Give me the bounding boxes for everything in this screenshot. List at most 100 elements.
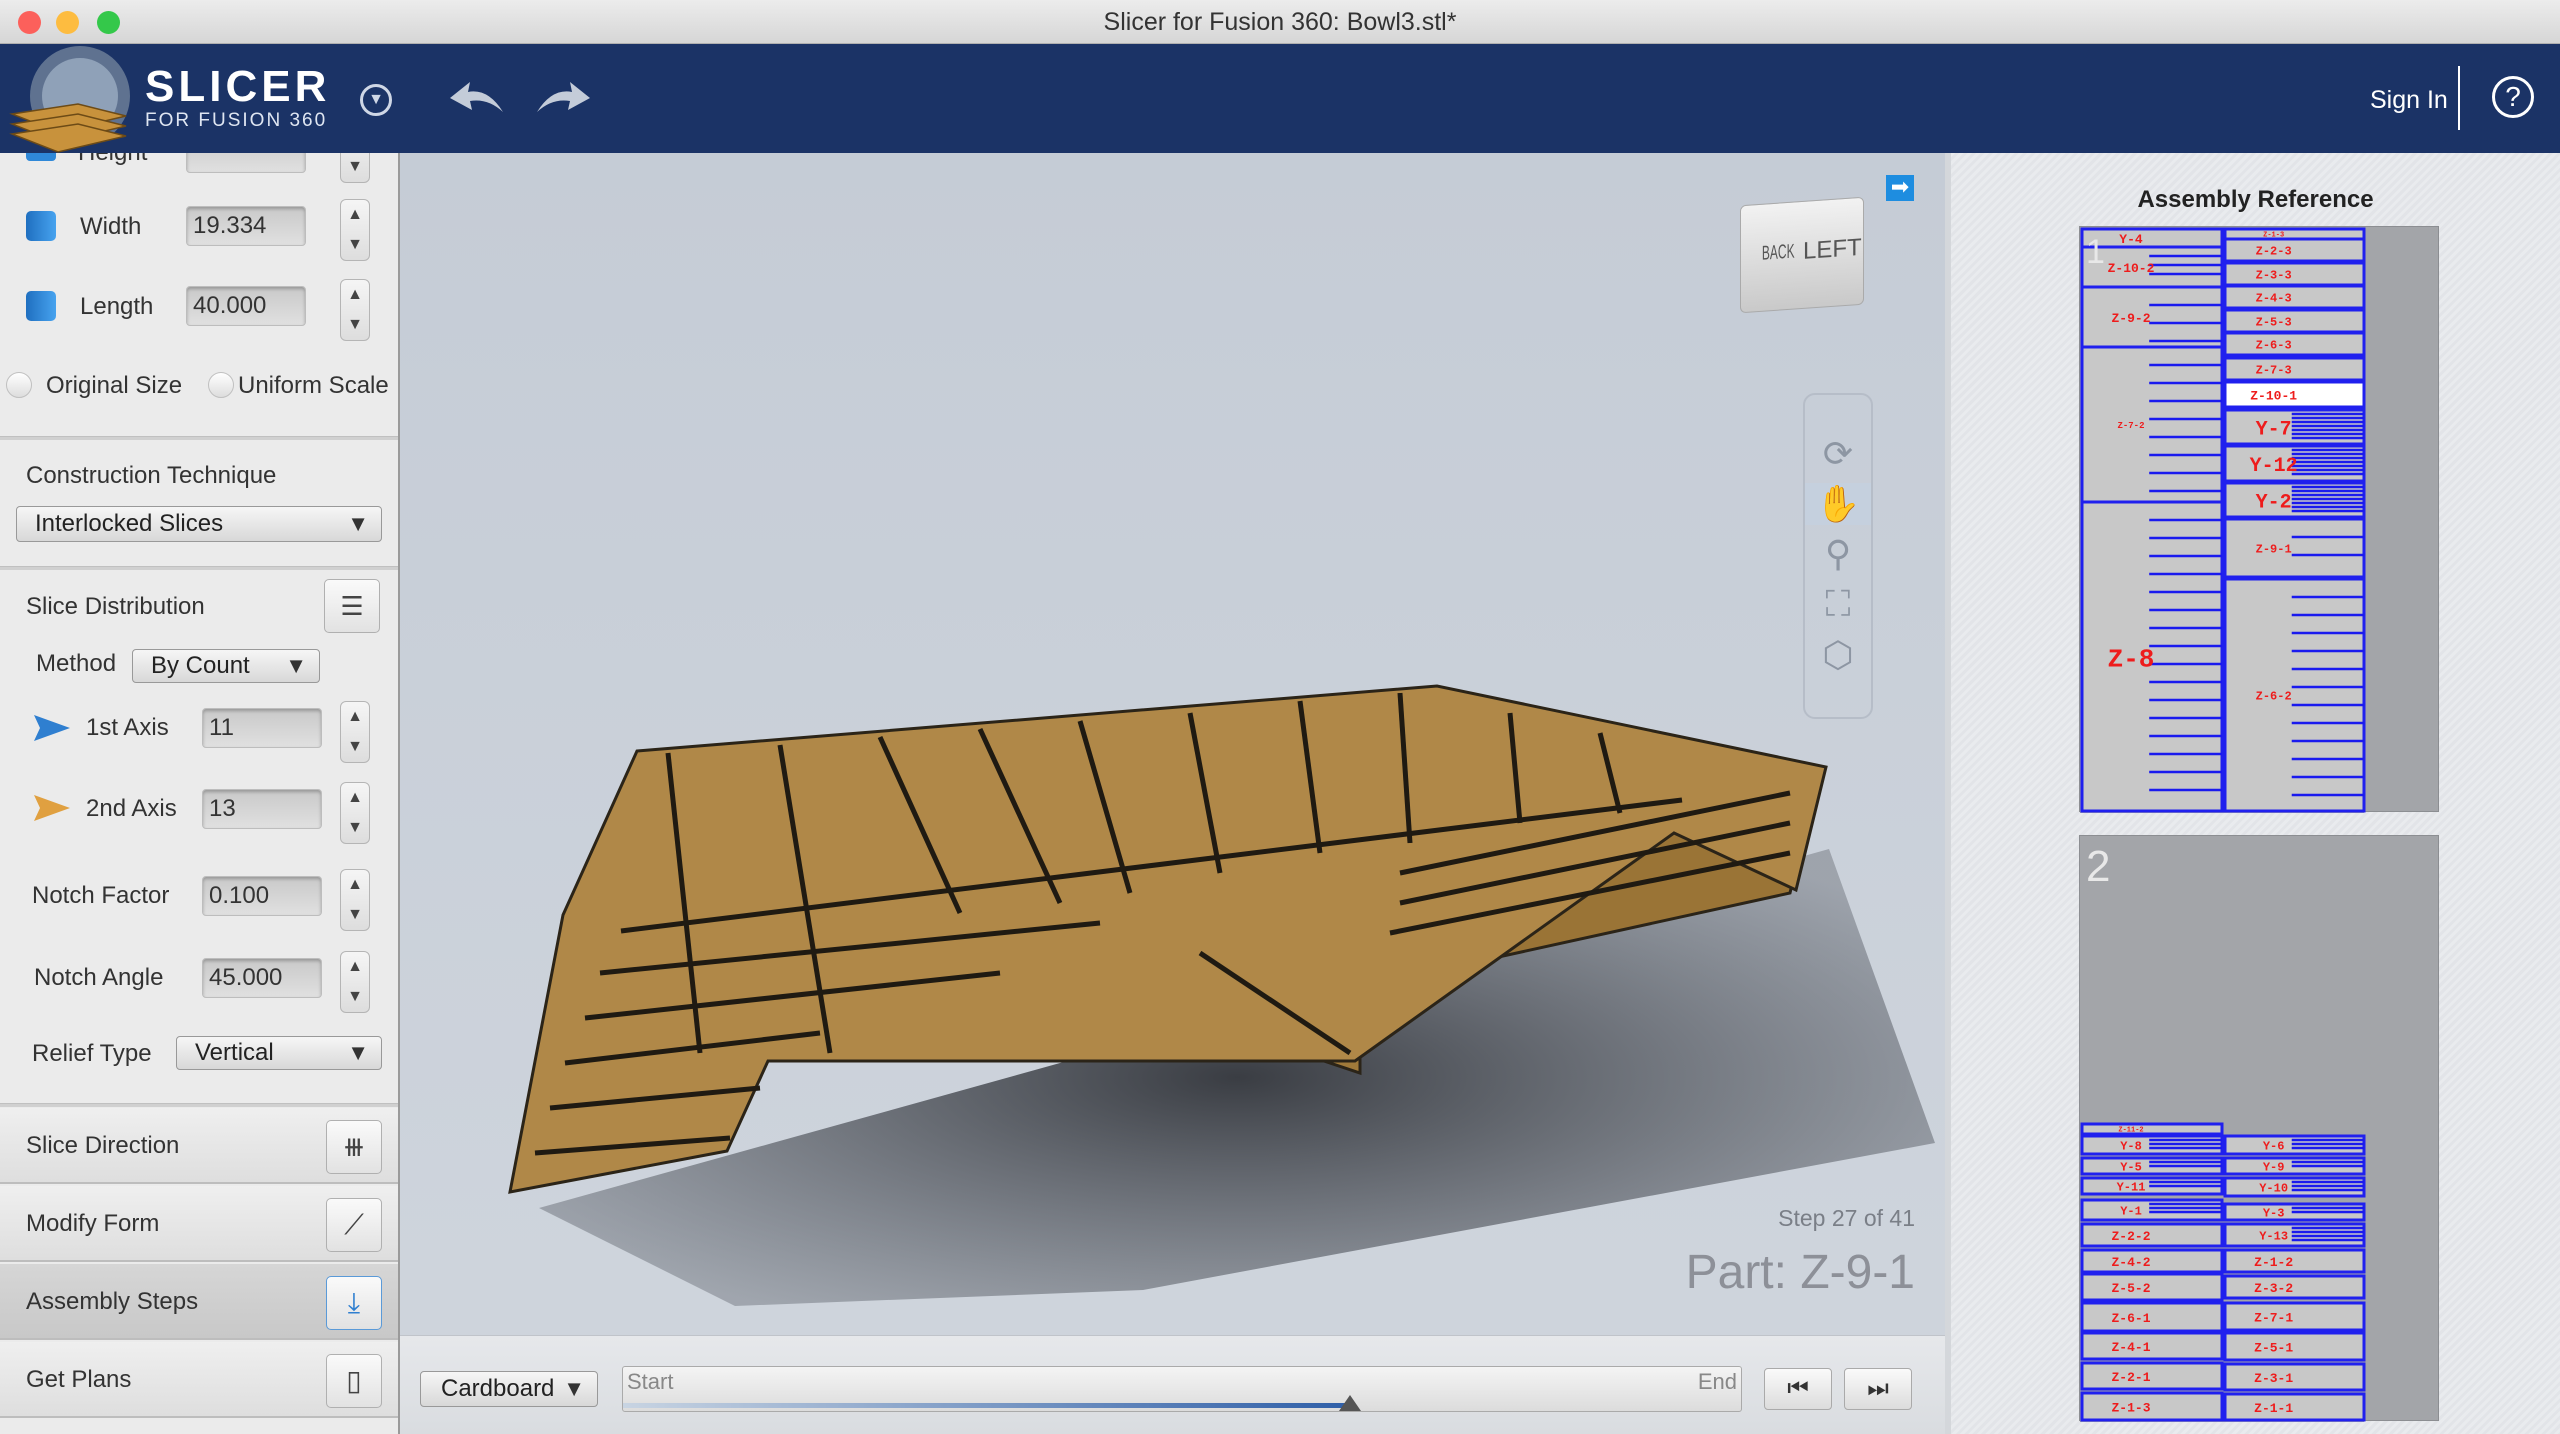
maximize-window-button[interactable] bbox=[97, 11, 120, 34]
part-Z-5-3[interactable]: Z-5-3 bbox=[2223, 308, 2366, 334]
part-Z-7-2[interactable]: Z-7-2 bbox=[2080, 345, 2224, 504]
construction-technique-value: Interlocked Slices bbox=[35, 510, 224, 537]
part-Z-1-2[interactable]: Z-1-2 bbox=[2223, 1248, 2366, 1274]
sheet-2[interactable]: Z-11-2 Y-8 Y-5 Y-11 Y-1 Z-2-2 Z-4-2 Z-5-2 Z-6-1 Z… bbox=[2079, 835, 2439, 1422]
construction-technique-select[interactable]: Interlocked Slices ▼ bbox=[16, 506, 382, 542]
orbit-icon[interactable]: ⟳ bbox=[1805, 433, 1871, 475]
pan-hand-icon[interactable]: ✋ bbox=[1805, 483, 1871, 525]
part-Y-2[interactable]: Y-2 bbox=[2223, 481, 2366, 519]
first-axis-stepper[interactable]: ▲ ▼ bbox=[340, 701, 370, 763]
3d-viewport[interactable]: ➡ BACK LEFT ⟳ ✋ ⚲ ⛶ ⬡ Step 27 of 41 Part… bbox=[400, 153, 1945, 1434]
notch-angle-input[interactable]: 45.000 bbox=[202, 958, 322, 998]
zoom-icon[interactable]: ⚲ bbox=[1805, 533, 1871, 575]
height-stepper[interactable]: ▼ bbox=[340, 153, 370, 183]
step-slider[interactable]: Start End bbox=[622, 1366, 1742, 1412]
part-Z-4-3[interactable]: Z-4-3 bbox=[2223, 284, 2366, 310]
slice-direction-icon[interactable]: ⧻ bbox=[326, 1120, 382, 1174]
part-Z-5-1[interactable]: Z-5-1 bbox=[2223, 1331, 2366, 1362]
assembly-reference-title: Assembly Reference bbox=[2137, 186, 2374, 213]
part-Y-7[interactable]: Y-7 bbox=[2223, 408, 2366, 446]
bowl-model[interactable] bbox=[400, 153, 1945, 1335]
part-Z-2-3[interactable]: Z-2-3 bbox=[2223, 237, 2366, 263]
notch-angle-label: Notch Angle bbox=[34, 964, 164, 991]
part-Z-6-3[interactable]: Z-6-3 bbox=[2223, 331, 2366, 357]
menu-dropdown-icon[interactable]: ▼ bbox=[360, 84, 392, 116]
redo-icon[interactable] bbox=[532, 74, 592, 124]
help-button[interactable]: ? bbox=[2492, 76, 2534, 118]
uniform-scale-radio[interactable] bbox=[208, 372, 234, 398]
modify-form-icon[interactable]: ⟋ bbox=[326, 1198, 382, 1252]
notch-angle-stepper[interactable]: ▲ ▼ bbox=[340, 951, 370, 1013]
notch-factor-stepper[interactable]: ▲ ▼ bbox=[340, 869, 370, 931]
width-input[interactable]: 19.334 bbox=[186, 206, 306, 246]
width-stepper[interactable]: ▲ ▼ bbox=[340, 199, 370, 261]
part-Z-3-1[interactable]: Z-3-1 bbox=[2223, 1362, 2366, 1392]
part-Z-2-2[interactable]: Z-2-2 bbox=[2080, 1222, 2224, 1248]
part-Z-3-2[interactable]: Z-3-2 bbox=[2223, 1274, 2366, 1300]
part-Y-6[interactable]: Y-6 bbox=[2223, 1134, 2366, 1156]
minimize-window-button[interactable] bbox=[56, 11, 79, 34]
part-Z-3-3[interactable]: Z-3-3 bbox=[2223, 261, 2366, 287]
part-Z-10-1[interactable]: Z-10-1 bbox=[2223, 380, 2366, 409]
original-size-radio[interactable] bbox=[6, 372, 32, 398]
second-axis-stepper[interactable]: ▲ ▼ bbox=[340, 782, 370, 844]
last-step-button[interactable]: ⏭ bbox=[1844, 1368, 1912, 1410]
part-Y-12[interactable]: Y-12 bbox=[2223, 444, 2366, 483]
first-step-button[interactable]: ⏮ bbox=[1764, 1368, 1832, 1410]
part-Z-9-1[interactable]: Z-9-1 bbox=[2223, 517, 2366, 579]
part-Y-11[interactable]: Y-11 bbox=[2080, 1176, 2224, 1196]
part-Y-9[interactable]: Y-9 bbox=[2223, 1156, 2366, 1176]
section-get-plans[interactable]: Get Plans ▯ bbox=[0, 1342, 398, 1418]
part-Y-13[interactable]: Y-13 bbox=[2223, 1222, 2366, 1248]
section-modify-form[interactable]: Modify Form ⟋ bbox=[0, 1186, 398, 1262]
view-cube-left[interactable]: LEFT bbox=[1803, 234, 1862, 266]
chevron-down-icon: ▼ bbox=[285, 653, 307, 678]
fit-view-icon[interactable]: ⛶ bbox=[1805, 583, 1871, 626]
part-Z-7-1[interactable]: Z-7-1 bbox=[2223, 1301, 2366, 1332]
assembly-steps-icon[interactable]: ⤓ bbox=[326, 1276, 382, 1330]
part-Y-1[interactable]: Y-1 bbox=[2080, 1198, 2224, 1222]
part-Z-7-3[interactable]: Z-7-3 bbox=[2223, 356, 2366, 382]
part-Y-10[interactable]: Y-10 bbox=[2223, 1176, 2366, 1198]
undo-icon[interactable] bbox=[448, 74, 508, 124]
part-Z-5-2[interactable]: Z-5-2 bbox=[2080, 1272, 2224, 1302]
second-axis-input[interactable]: 13 bbox=[202, 789, 322, 829]
slider-thumb[interactable] bbox=[1338, 1395, 1361, 1411]
part-Z-2-1[interactable]: Z-2-1 bbox=[2080, 1361, 2224, 1391]
close-window-button[interactable] bbox=[18, 11, 41, 34]
part-Z-6-1[interactable]: Z-6-1 bbox=[2080, 1301, 2224, 1333]
length-stepper[interactable]: ▲ ▼ bbox=[340, 279, 370, 341]
part-Z-9-2[interactable]: Z-9-2 bbox=[2080, 285, 2224, 349]
part-Z-4-1[interactable]: Z-4-1 bbox=[2080, 1331, 2224, 1361]
part-Y-5[interactable]: Y-5 bbox=[2080, 1156, 2224, 1176]
slice-distribution-options-button[interactable]: ☰ bbox=[324, 579, 380, 633]
relief-type-select[interactable]: Vertical ▼ bbox=[176, 1036, 382, 1070]
length-input[interactable]: 40.000 bbox=[186, 286, 306, 326]
navigation-toolbar: ⟳ ✋ ⚲ ⛶ ⬡ bbox=[1803, 393, 1873, 719]
arrow-right-icon[interactable]: ➡ bbox=[1886, 175, 1914, 201]
slicer-logo-icon bbox=[9, 46, 130, 153]
part-Z-6-2[interactable]: Z-6-2 bbox=[2223, 577, 2366, 813]
part-label: Z-6-3 bbox=[2256, 339, 2292, 353]
notch-factor-input[interactable]: 0.100 bbox=[202, 876, 322, 916]
view-cube[interactable]: BACK LEFT bbox=[1740, 196, 1864, 314]
height-input[interactable] bbox=[186, 153, 306, 173]
section-assembly-steps[interactable]: Assembly Steps ⤓ bbox=[0, 1264, 398, 1340]
material-select[interactable]: Cardboard ▼ bbox=[420, 1371, 598, 1407]
part-Z-4-2[interactable]: Z-4-2 bbox=[2080, 1248, 2224, 1274]
section-slice-direction[interactable]: Slice Direction ⧻ bbox=[0, 1108, 398, 1184]
part-Y-8[interactable]: Y-8 bbox=[2080, 1134, 2224, 1156]
part-label: Z-2-2 bbox=[2111, 1229, 2150, 1244]
home-view-icon[interactable]: ⬡ bbox=[1805, 634, 1871, 676]
view-cube-back[interactable]: BACK bbox=[1762, 241, 1795, 266]
method-select[interactable]: By Count ▼ bbox=[132, 649, 320, 683]
part-Z-1-1[interactable]: Z-1-1 bbox=[2223, 1392, 2366, 1422]
part-Z-11-2[interactable]: Z-11-2 bbox=[2080, 1122, 2224, 1136]
get-plans-icon[interactable]: ▯ bbox=[326, 1354, 382, 1408]
sheet-1[interactable]: Y-4 Z-10-2 Z-9-2 Z-7-2 Z-8 Z-1-3 Z-2-3 Z-3-3 Z-4… bbox=[2079, 226, 2439, 813]
part-Z-8[interactable]: Z-8 bbox=[2080, 500, 2224, 813]
sign-in-link[interactable]: Sign In bbox=[2370, 86, 2448, 115]
part-Z-1-3[interactable]: Z-1-3 bbox=[2080, 1391, 2224, 1422]
part-Y-3[interactable]: Y-3 bbox=[2223, 1202, 2366, 1222]
first-axis-input[interactable]: 11 bbox=[202, 708, 322, 748]
